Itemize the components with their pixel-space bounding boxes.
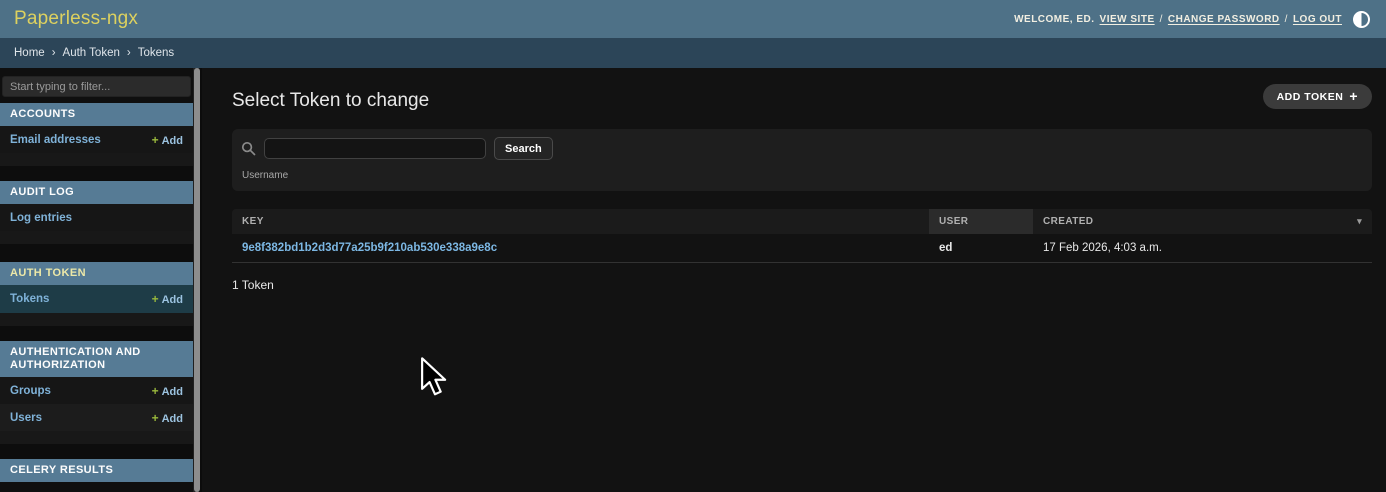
section-header-accounts: ACCOUNTS (0, 103, 193, 126)
result-count: 1 Token (232, 278, 1372, 292)
breadcrumb-app[interactable]: Auth Token (63, 47, 120, 59)
top-header: Paperless-ngx WELCOME, ED. VIEW SITE / C… (0, 0, 1386, 38)
sidebar-item-tokens[interactable]: Tokens +Add (0, 285, 193, 313)
search-icon (241, 141, 256, 156)
add-email-address-link[interactable]: +Add (152, 133, 183, 147)
search-module: Search Username (232, 129, 1372, 191)
sidebar-item-email-addresses[interactable]: Email addresses +Add (0, 126, 193, 153)
add-group-link[interactable]: +Add (152, 384, 183, 398)
token-table: KEY USER CREATED ▾ 9e8f382bd1b2d3d77a25b… (232, 209, 1372, 263)
plus-icon: + (152, 292, 159, 306)
section-header-authentication: AUTHENTICATION AND AUTHORIZATION (0, 341, 193, 377)
user-tools: WELCOME, ED. VIEW SITE / CHANGE PASSWORD… (1014, 11, 1370, 28)
section-header-audit-log: AUDIT LOG (0, 181, 193, 204)
table-header-row: KEY USER CREATED ▾ (232, 209, 1372, 234)
tokens-link[interactable]: Tokens (10, 293, 49, 305)
search-button[interactable]: Search (494, 137, 553, 160)
divider (0, 153, 193, 166)
sidebar-scrollbar[interactable] (193, 68, 202, 492)
users-link[interactable]: Users (10, 412, 42, 424)
search-input[interactable] (264, 138, 486, 159)
sidebar-item-log-entries[interactable]: Log entries (0, 204, 193, 231)
add-token-link[interactable]: +Add (152, 292, 183, 306)
token-key-link[interactable]: 9e8f382bd1b2d3d77a25b9f210ab530e338a9e8c (242, 242, 497, 254)
sidebar-item-users[interactable]: Users +Add (0, 404, 193, 431)
page-title: Select Token to change (232, 90, 1372, 112)
tools-separator: / (1160, 14, 1163, 25)
divider (0, 313, 193, 326)
divider (0, 231, 193, 244)
breadcrumb-home[interactable]: Home (14, 47, 45, 59)
view-site-link[interactable]: VIEW SITE (1100, 14, 1155, 25)
breadcrumb: Home › Auth Token › Tokens (0, 38, 1386, 68)
add-token-button[interactable]: ADD TOKEN + (1263, 84, 1372, 109)
section-header-auth-token: AUTH TOKEN (0, 262, 193, 285)
sidebar-filter-input[interactable] (2, 76, 191, 97)
welcome-text: WELCOME, ED. (1014, 14, 1094, 25)
plus-icon: + (152, 411, 159, 425)
change-password-link[interactable]: CHANGE PASSWORD (1168, 14, 1280, 25)
add-user-link[interactable]: +Add (152, 411, 183, 425)
admin-sidebar: ACCOUNTS Email addresses +Add AUDIT LOG … (0, 68, 193, 492)
tools-separator: / (1285, 14, 1288, 25)
divider (0, 444, 193, 459)
theme-toggle-icon[interactable] (1353, 11, 1370, 28)
plus-icon: + (152, 384, 159, 398)
plus-icon: + (152, 133, 159, 147)
column-header-created[interactable]: CREATED ▾ (1033, 209, 1372, 234)
token-user-cell: ed (929, 234, 1033, 263)
plus-icon: + (1349, 88, 1358, 104)
groups-link[interactable]: Groups (10, 385, 51, 397)
main-content: Select Token to change ADD TOKEN + Searc… (202, 68, 1386, 492)
divider (0, 244, 193, 262)
breadcrumb-separator: › (52, 47, 56, 59)
log-entries-link[interactable]: Log entries (10, 212, 72, 224)
divider (0, 326, 193, 341)
section-header-celery-results: CELERY RESULTS (0, 459, 193, 482)
breadcrumb-current: Tokens (138, 47, 174, 59)
token-key-cell: 9e8f382bd1b2d3d77a25b9f210ab530e338a9e8c (232, 234, 929, 263)
email-addresses-link[interactable]: Email addresses (10, 134, 101, 146)
divider (0, 431, 193, 444)
log-out-link[interactable]: LOG OUT (1293, 14, 1342, 25)
search-field-hint: Username (242, 170, 1363, 181)
sort-options-caret-icon[interactable]: ▾ (1357, 216, 1362, 227)
app-brand[interactable]: Paperless-ngx (14, 8, 138, 30)
token-created-cell: 17 Feb 2026, 4:03 a.m. (1033, 234, 1372, 263)
column-header-user[interactable]: USER (929, 209, 1033, 234)
column-header-key[interactable]: KEY (232, 209, 929, 234)
breadcrumb-separator: › (127, 47, 131, 59)
table-row: 9e8f382bd1b2d3d77a25b9f210ab530e338a9e8c… (232, 234, 1372, 263)
sidebar-item-groups[interactable]: Groups +Add (0, 377, 193, 404)
divider (0, 166, 193, 181)
scrollbar-thumb[interactable] (194, 68, 200, 492)
